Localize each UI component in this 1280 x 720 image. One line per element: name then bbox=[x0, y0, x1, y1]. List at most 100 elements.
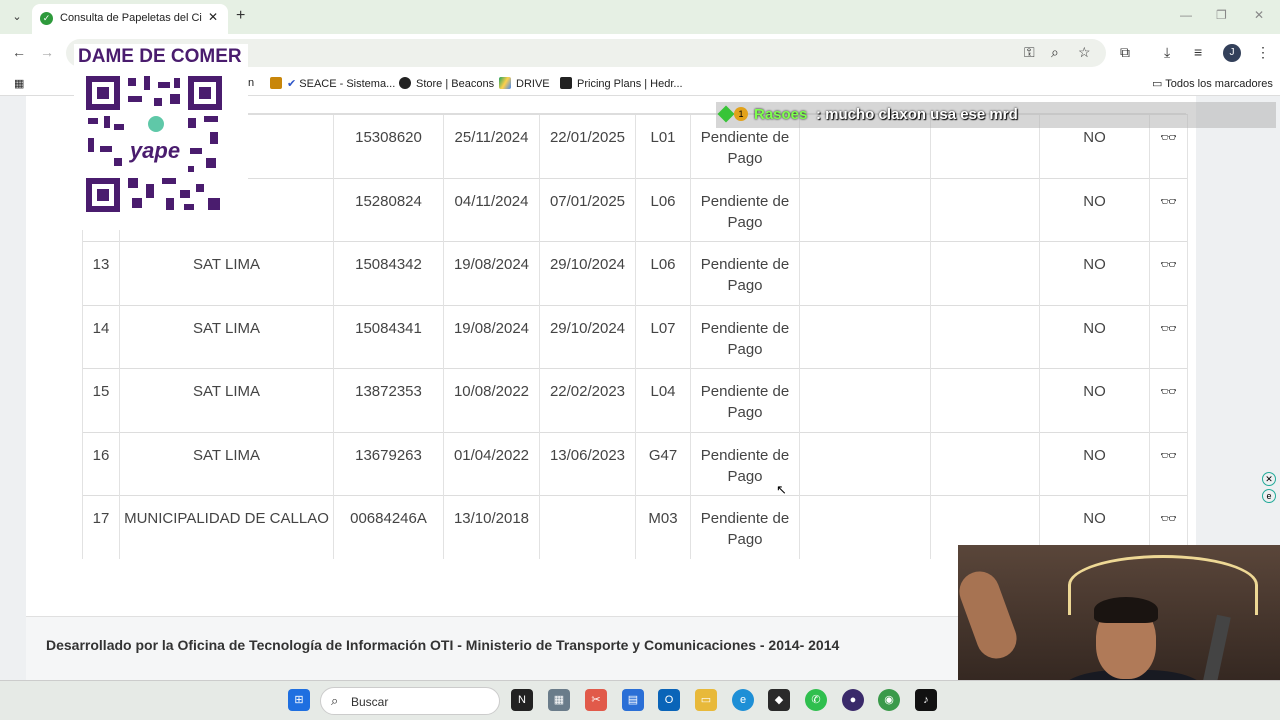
glasses-icon[interactable]: 👓︎ bbox=[1160, 321, 1177, 336]
glasses-icon[interactable]: 👓︎ bbox=[1160, 511, 1177, 526]
cell-date-infraction: 19/08/2024 bbox=[443, 241, 540, 305]
cell-fault-code: L07 bbox=[635, 304, 691, 369]
notion-icon[interactable]: N bbox=[511, 689, 533, 711]
cell-empty bbox=[799, 241, 931, 305]
star-icon[interactable]: ☆ bbox=[1078, 44, 1091, 61]
cell-number: 14 bbox=[82, 304, 120, 369]
extensions-icon[interactable]: ⧉ bbox=[1120, 44, 1130, 61]
bookmark-item[interactable]: n bbox=[248, 77, 254, 89]
mouse-cursor-icon: ↖ bbox=[776, 482, 787, 497]
obs-icon[interactable]: ● bbox=[842, 689, 864, 711]
bookmark-pricing-plans[interactable]: Pricing Plans | Hedr... bbox=[560, 77, 683, 90]
bookmark-label: DRIVE bbox=[516, 78, 550, 90]
maximize-icon[interactable]: ❐ bbox=[1216, 8, 1227, 22]
diamond-badge-icon bbox=[717, 105, 735, 123]
close-circle-icon[interactable]: ✕ bbox=[1262, 472, 1276, 486]
chrome-icon[interactable]: ◉ bbox=[878, 689, 900, 711]
close-window-icon[interactable]: ✕ bbox=[1254, 8, 1264, 22]
qr-title: DAME DE COMER bbox=[78, 46, 242, 67]
check-icon: ✔ bbox=[287, 78, 300, 90]
cell-empty bbox=[799, 368, 931, 432]
bookmark-label: n bbox=[248, 77, 255, 89]
search-placeholder: Buscar bbox=[351, 695, 389, 709]
donation-qr-overlay: DAME DE COMER yape bbox=[74, 44, 248, 230]
outlook-icon[interactable]: O bbox=[658, 689, 680, 711]
all-bookmarks-label: Todos los marcadores bbox=[1165, 78, 1273, 90]
cell-date-infraction: 01/04/2022 bbox=[443, 431, 540, 496]
file-explorer-icon[interactable]: ▭ bbox=[695, 689, 717, 711]
tab-strip: ⌄ ✓ Consulta de Papeletas del Ciud ✕ + —… bbox=[0, 0, 1280, 34]
zoom-icon[interactable]: ⌕ bbox=[1051, 44, 1059, 61]
seace-icon bbox=[270, 77, 282, 89]
side-panel-icons: ✕ e bbox=[1262, 472, 1278, 508]
cell-date-infraction: 25/11/2024 bbox=[443, 114, 540, 178]
app-icon[interactable]: ◆ bbox=[768, 689, 790, 711]
cell-empty bbox=[799, 304, 931, 369]
cell-status: Pendiente de Pago bbox=[690, 304, 800, 369]
cell-date-notification: 07/01/2025 bbox=[539, 177, 636, 242]
close-tab-icon[interactable]: ✕ bbox=[208, 10, 218, 24]
cell-view: 👓︎ bbox=[1149, 177, 1188, 242]
drive-icon bbox=[499, 77, 511, 89]
qr-code-icon: yape bbox=[84, 74, 224, 214]
shield-check-icon: ✓ bbox=[40, 12, 53, 25]
calendar-icon[interactable]: ▤ bbox=[622, 689, 644, 711]
glasses-icon[interactable]: 👓︎ bbox=[1160, 257, 1177, 272]
tab-search-chevron-icon[interactable]: ⌄ bbox=[8, 8, 26, 26]
table-row: A 15280824 04/11/2024 07/01/2025 L06 Pen… bbox=[82, 177, 1188, 242]
chat-text: : mucho claxon usa ese mrd bbox=[816, 106, 1018, 123]
calculator-icon[interactable]: ▦ bbox=[548, 689, 570, 711]
cell-status: Pendiente de Pago bbox=[690, 177, 800, 242]
edge-icon[interactable]: e bbox=[732, 689, 754, 711]
snipping-tool-icon[interactable]: ✂ bbox=[585, 689, 607, 711]
whatsapp-icon[interactable]: ✆ bbox=[805, 689, 827, 711]
cell-date-notification: 29/10/2024 bbox=[539, 304, 636, 369]
cell-entity: SAT LIMA bbox=[119, 241, 334, 305]
folder-icon: ▭ bbox=[1152, 78, 1166, 90]
bookmark-seace[interactable]: ✔ SEACE - Sistema... bbox=[270, 77, 395, 90]
tiktok-icon[interactable]: ♪ bbox=[915, 689, 937, 711]
cell-fault-code: M03 bbox=[635, 495, 691, 559]
cell-date-infraction: 10/08/2022 bbox=[443, 368, 540, 432]
tab-active[interactable]: ✓ Consulta de Papeletas del Ciud ✕ bbox=[32, 4, 228, 34]
cell-entity: MUNICIPALIDAD DE CALLAO bbox=[119, 495, 334, 559]
back-icon[interactable]: ← bbox=[12, 44, 26, 60]
all-bookmarks[interactable]: ▭ Todos los marcadores bbox=[1152, 77, 1273, 90]
download-icon[interactable]: ⤓ bbox=[1164, 44, 1170, 61]
cell-code: 15084342 bbox=[333, 241, 444, 305]
taskbar-search[interactable]: ⌕ Buscar bbox=[320, 687, 500, 715]
glasses-icon[interactable]: 👓︎ bbox=[1160, 130, 1177, 145]
streamer-hair bbox=[1094, 597, 1158, 623]
cell-flag: NO bbox=[1039, 241, 1150, 305]
table-row: 16 SAT LIMA 13679263 01/04/2022 13/06/20… bbox=[82, 431, 1188, 496]
profile-avatar[interactable]: J bbox=[1223, 44, 1241, 62]
chat-username: Rasoes bbox=[754, 106, 808, 123]
cell-code: 15280824 bbox=[333, 177, 444, 242]
glasses-icon[interactable]: 👓︎ bbox=[1160, 194, 1177, 209]
new-tab-button[interactable]: + bbox=[236, 7, 245, 25]
edge-circle-icon[interactable]: e bbox=[1262, 489, 1276, 503]
cell-fault-code: L04 bbox=[635, 368, 691, 432]
glasses-icon[interactable]: 👓︎ bbox=[1160, 448, 1177, 463]
windows-taskbar: ⊞ ⌕ Buscar N ▦ ✂ ▤ O ▭ e ◆ ✆ ● ◉ ♪ bbox=[0, 680, 1280, 720]
apps-grid-icon[interactable]: ▦ bbox=[14, 77, 24, 90]
media-icon[interactable]: ≡ bbox=[1194, 44, 1202, 60]
forward-icon[interactable]: → bbox=[40, 44, 54, 60]
glasses-icon[interactable]: 👓︎ bbox=[1160, 384, 1177, 399]
minimize-icon[interactable]: — bbox=[1180, 8, 1192, 22]
page-margin-left bbox=[0, 96, 26, 680]
cell-date-notification: 13/06/2023 bbox=[539, 431, 636, 496]
cell-view: 👓︎ bbox=[1149, 431, 1188, 496]
password-key-icon[interactable]: ⚿ bbox=[1024, 44, 1035, 61]
cell-empty bbox=[930, 304, 1040, 369]
table-row: 13 SAT LIMA 15084342 19/08/2024 29/10/20… bbox=[82, 241, 1188, 305]
cell-number: 17 bbox=[82, 495, 120, 559]
cell-flag: NO bbox=[1039, 177, 1150, 242]
bookmark-drive[interactable]: DRIVE bbox=[499, 77, 550, 90]
bookmark-store-beacons[interactable]: Store | Beacons bbox=[399, 77, 494, 90]
cell-flag: NO bbox=[1039, 368, 1150, 432]
cell-entity: SAT LIMA bbox=[119, 431, 334, 496]
cell-empty bbox=[930, 241, 1040, 305]
windows-start-icon[interactable]: ⊞ bbox=[288, 689, 310, 711]
menu-icon[interactable]: ⋮ bbox=[1256, 44, 1270, 61]
